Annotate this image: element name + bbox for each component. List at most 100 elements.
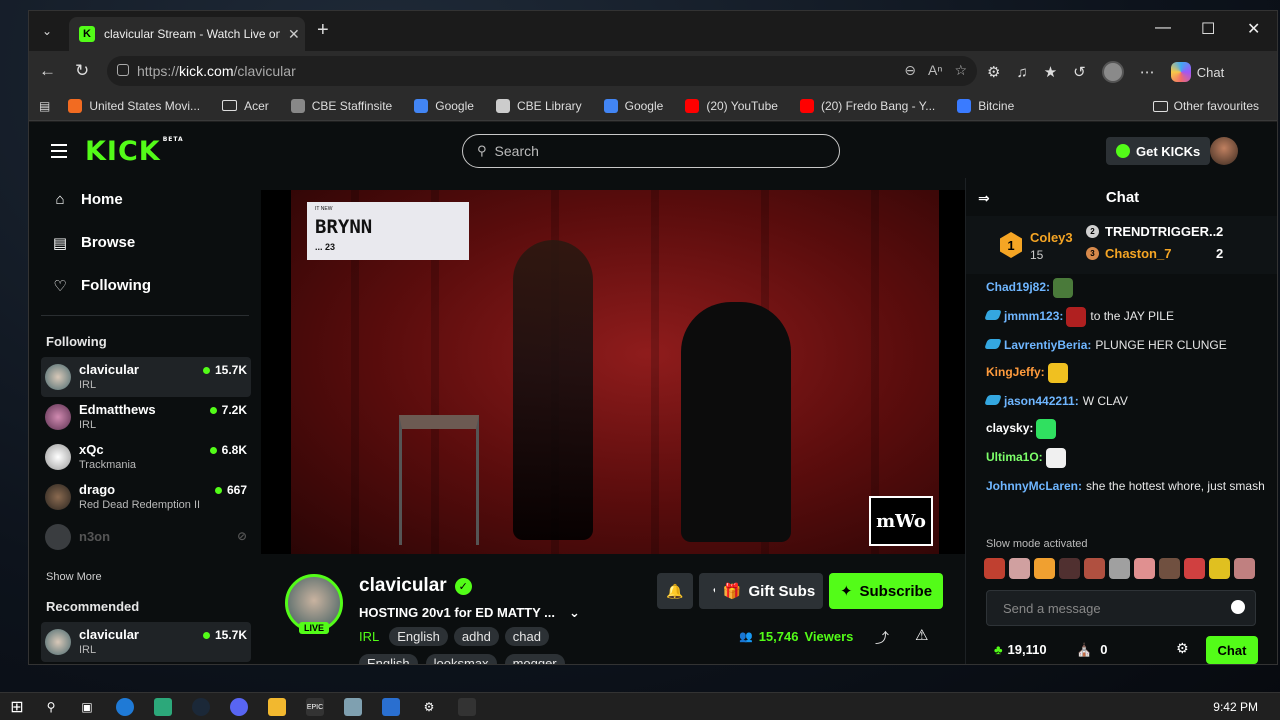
- user-avatar[interactable]: [1210, 137, 1238, 165]
- zoom-icon[interactable]: ⊖: [904, 62, 916, 79]
- settings-gear-icon[interactable]: ⚙: [420, 698, 438, 716]
- steam-icon[interactable]: [192, 698, 210, 716]
- chat-username[interactable]: jmmm123:: [1004, 309, 1063, 323]
- back-button[interactable]: ←: [39, 61, 56, 81]
- store-icon[interactable]: [382, 698, 400, 716]
- media-icon[interactable]: ♫: [1016, 64, 1027, 81]
- chat-username[interactable]: JohnnyMcLaren:: [986, 479, 1082, 493]
- copilot-button[interactable]: Chat: [1170, 62, 1224, 82]
- address-bar[interactable]: https://kick.com/clavicular ⊖ Aⁿ ☆: [107, 56, 977, 86]
- gear-icon[interactable]: ⚙: [1176, 640, 1189, 657]
- get-kicks-button[interactable]: Get KICKs: [1106, 137, 1211, 165]
- gift-subs-button[interactable]: 🎁 Gift Subs: [715, 573, 823, 609]
- emote-icon[interactable]: [1134, 558, 1155, 579]
- leader-name[interactable]: Coley3: [1030, 230, 1073, 245]
- minimize-button[interactable]: —: [1155, 19, 1171, 37]
- refresh-button[interactable]: ↻: [75, 61, 89, 81]
- tag[interactable]: chad: [504, 627, 549, 646]
- history-icon[interactable]: ↺: [1073, 63, 1086, 81]
- extensions-icon[interactable]: ⚙: [987, 63, 1000, 81]
- chat-username[interactable]: LavrentiyBeria:: [1004, 338, 1091, 352]
- sidebar-item-following[interactable]: ♡ Following: [29, 264, 261, 307]
- task-view-icon[interactable]: ▣: [78, 698, 96, 716]
- emote-icon[interactable]: [1184, 558, 1205, 579]
- favorites-icon[interactable]: ★: [1044, 63, 1057, 81]
- favorite-star-icon[interactable]: ☆: [954, 62, 967, 79]
- discord-icon[interactable]: [230, 698, 248, 716]
- tag[interactable]: English: [389, 627, 448, 646]
- notification-bell-button[interactable]: 🔔: [657, 573, 693, 609]
- share-icon[interactable]: ⤴: [875, 628, 889, 648]
- search-icon[interactable]: ⚲: [42, 698, 60, 716]
- category-link[interactable]: IRL: [359, 629, 379, 644]
- tag[interactable]: mogger: [504, 654, 565, 664]
- streamer-name[interactable]: clavicular ✓: [359, 575, 472, 597]
- app-icon[interactable]: [344, 698, 362, 716]
- emote-icon[interactable]: [1109, 558, 1130, 579]
- other-favourites-folder[interactable]: Other favourites: [1152, 99, 1259, 113]
- show-more-link[interactable]: Show More: [29, 557, 261, 593]
- chat-username[interactable]: Ultima1O:: [986, 450, 1043, 464]
- emote-icon[interactable]: [1034, 558, 1055, 579]
- video-player[interactable]: IT NEW BRYNN ... 23 mWo: [261, 190, 965, 554]
- bookmarks-toggle-icon[interactable]: ▤: [39, 99, 50, 113]
- app-icon[interactable]: [154, 698, 172, 716]
- emote-icon[interactable]: [1009, 558, 1030, 579]
- chat-username[interactable]: Chad19j82:: [986, 280, 1050, 294]
- windows-start-icon[interactable]: ⊞: [8, 698, 26, 716]
- store-button[interactable]: ⛪ 0: [1076, 642, 1107, 658]
- chat-username[interactable]: KingJeffy:: [986, 365, 1045, 379]
- sidebar-item-browse[interactable]: ▤ Browse: [29, 221, 261, 264]
- recommended-channel-clavicular[interactable]: clavicular IRL 15.7K: [41, 622, 251, 662]
- close-window-button[interactable]: ✕: [1247, 19, 1260, 39]
- new-tab-button[interactable]: +: [317, 19, 329, 42]
- epic-games-icon[interactable]: EPIC: [306, 698, 324, 716]
- tab-actions-button[interactable]: ⌄: [35, 20, 59, 42]
- following-channel-offline[interactable]: n3on ⊘: [41, 517, 251, 557]
- kick-app-icon[interactable]: [458, 698, 476, 716]
- bookmark-item[interactable]: CBE Staffinsite: [290, 98, 392, 113]
- search-input[interactable]: ⚲ Search: [462, 134, 840, 168]
- emote-icon[interactable]: [1059, 558, 1080, 579]
- following-channel-edmatthews[interactable]: Edmatthews IRL 7.2K: [41, 397, 251, 437]
- tag[interactable]: looksmax: [425, 654, 497, 664]
- profile-avatar[interactable]: [1101, 61, 1124, 83]
- following-channel-xqc[interactable]: xQc Trackmania 6.8K: [41, 437, 251, 477]
- bookmark-item[interactable]: CBE Library: [495, 98, 582, 113]
- leader-row[interactable]: 2 TRENDTRIGGER... 2: [1086, 224, 1223, 239]
- bookmark-item[interactable]: United States Movi...: [68, 98, 200, 113]
- bookmark-item[interactable]: (20) YouTube: [685, 98, 778, 113]
- following-channel-drago[interactable]: drago Red Dead Redemption II 667: [41, 477, 251, 517]
- sidebar-item-home[interactable]: ⌂ Home: [29, 178, 261, 221]
- channel-points[interactable]: ♣ 19,110: [994, 642, 1047, 657]
- bookmark-item[interactable]: Google: [603, 98, 663, 113]
- read-aloud-icon[interactable]: Aⁿ: [928, 62, 942, 79]
- maximize-button[interactable]: ☐: [1201, 19, 1215, 39]
- chat-username[interactable]: jason442211:: [1004, 394, 1079, 408]
- active-tab[interactable]: K clavicular Stream - Watch Live on ✕: [69, 17, 305, 51]
- emote-icon[interactable]: [1159, 558, 1180, 579]
- emote-icon[interactable]: [984, 558, 1005, 579]
- bookmark-item[interactable]: Google: [414, 98, 474, 113]
- emoji-icon[interactable]: [1231, 600, 1245, 614]
- bookmark-item[interactable]: Acer: [222, 99, 269, 113]
- menu-icon[interactable]: [51, 144, 67, 162]
- send-chat-button[interactable]: Chat: [1206, 636, 1258, 664]
- subscribe-button[interactable]: ✦ Subscribe: [829, 573, 943, 609]
- leader-row[interactable]: 3 Chaston_7 2: [1086, 246, 1223, 261]
- chat-username[interactable]: claysky:: [986, 421, 1033, 435]
- more-menu-icon[interactable]: ⋯: [1140, 63, 1155, 81]
- chevron-down-icon[interactable]: ⌄: [569, 605, 580, 621]
- emote-icon[interactable]: [1209, 558, 1230, 579]
- close-tab-icon[interactable]: ✕: [288, 26, 300, 43]
- chat-message-input[interactable]: Send a message: [986, 590, 1256, 626]
- file-explorer-icon[interactable]: [268, 698, 286, 716]
- report-warning-icon[interactable]: ⚠: [915, 626, 928, 644]
- bookmark-item[interactable]: Bitcine: [957, 98, 1014, 113]
- collapse-chat-icon[interactable]: ⇒: [978, 190, 990, 207]
- following-channel-clavicular[interactable]: clavicular IRL 15.7K: [41, 357, 251, 397]
- tag[interactable]: English: [359, 654, 418, 664]
- bookmark-item[interactable]: (20) Fredo Bang - Y...: [799, 98, 935, 113]
- emote-icon[interactable]: [1084, 558, 1105, 579]
- kick-logo[interactable]: KICK BETA: [85, 136, 184, 167]
